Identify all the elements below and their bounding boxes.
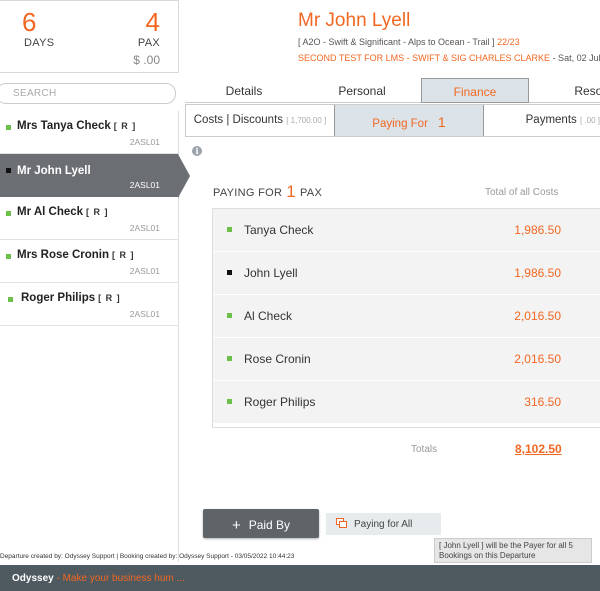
creation-meta: Departure created by: Odyssey Support | … <box>0 553 295 560</box>
passenger-name: Mrs Tanya Check <box>17 120 111 132</box>
status-dot-icon <box>6 125 11 130</box>
status-dot-icon <box>227 270 232 275</box>
tab-personal[interactable]: Personal <box>303 78 421 103</box>
tab-payments-label: Payments <box>525 114 577 126</box>
passenger-item-john-lyell[interactable]: Mr John Lyell 2ASL01 <box>0 154 190 198</box>
payer-tooltip: [ John Lyell ] will be the Payer for all… <box>434 538 592 563</box>
paying-for-header: PAYING FOR 1 PAX <box>213 181 322 201</box>
row-name: Al Check <box>244 309 293 323</box>
passenger-list: Mrs Tanya Check[ R ] 2ASL01 Mr John Lyel… <box>0 111 190 562</box>
pax-count: 4 <box>145 7 160 37</box>
search-input[interactable]: SEARCH <box>0 83 176 104</box>
table-row[interactable]: Tanya Check 1,986.50 <box>213 209 600 252</box>
passenger-item-al-check[interactable]: Mr Al Check[ R ] 2ASL01 <box>0 197 178 240</box>
passenger-role: [ R ] <box>112 250 135 260</box>
trip-title: [ A2O - Swift & Significant - Alps to Oc… <box>298 37 495 47</box>
paid-by-label: Paid By <box>248 518 291 532</box>
table-row[interactable]: Rose Cronin 2,016.50 <box>213 338 600 381</box>
tab-details[interactable]: Details <box>185 78 303 103</box>
departure-name: SECOND TEST FOR LMS - SWIFT & SIG CHARLE… <box>298 53 551 63</box>
brand-tagline: - Make your business hum ... <box>53 573 185 584</box>
passenger-code: 2ASL01 <box>129 223 160 233</box>
passenger-item-roger-philips[interactable]: Roger Philips[ R ] 2ASL01 <box>0 283 178 326</box>
table-row[interactable]: Roger Philips 316.50 <box>213 381 600 424</box>
passenger-code: 2ASL01 <box>129 180 160 190</box>
bottom-bar: Odyssey - Make your business hum ... <box>0 565 600 591</box>
plus-icon: + <box>231 517 241 534</box>
row-amount: 2,016.50 <box>514 309 561 323</box>
passenger-role: [ R ] <box>113 121 137 131</box>
passenger-role: [ R ] <box>86 207 109 217</box>
paid-by-button[interactable]: + Paid By <box>203 509 319 538</box>
trip-line: [ A2O - Swift & Significant - Alps to Oc… <box>298 37 520 47</box>
days-label: DAYS <box>24 37 55 49</box>
costs-amount: [ 1,700.00 ] <box>286 116 327 125</box>
tab-finance[interactable]: Finance <box>421 78 529 103</box>
row-amount: 316.50 <box>524 395 561 409</box>
totals-value[interactable]: 8,102.50 <box>515 442 562 456</box>
page: 6 DAYS 4 PAX $ .00 Mr John Lyell [ A2O -… <box>0 0 600 591</box>
trip-summary: 6 DAYS 4 PAX $ .00 <box>0 0 179 73</box>
passenger-name: Roger Philips <box>21 292 96 304</box>
table-row[interactable]: John Lyell 1,986.50 <box>213 252 600 295</box>
tab-paying-for[interactable]: Paying For 1 <box>334 105 484 136</box>
passenger-item-rose-cronin[interactable]: Mrs Rose Cronin[ R ] 2ASL01 <box>0 240 178 283</box>
paying-for-count: 1 <box>437 114 446 130</box>
tab-payments[interactable]: Payments [ .00 ] <box>484 105 600 136</box>
payments-amount: [ .00 ] <box>579 116 600 125</box>
selected-arrow-icon <box>178 154 190 198</box>
passenger-code: 2ASL01 <box>129 266 160 276</box>
passenger-name: Mr Al Check <box>17 206 84 218</box>
paying-for-pax-label: PAX <box>299 187 323 199</box>
status-dot-icon <box>6 211 11 216</box>
status-dot-icon <box>8 297 13 302</box>
departure-line: SECOND TEST FOR LMS - SWIFT & SIG CHARLE… <box>298 53 600 63</box>
days-count: 6 <box>22 7 37 37</box>
row-amount: 1,986.50 <box>514 266 561 280</box>
pax-label: PAX <box>137 37 160 49</box>
main-tabs: Details Personal Finance Resou <box>185 78 600 103</box>
table-row[interactable]: Al Check 2,016.50 <box>213 295 600 338</box>
paying-for-all-label: Paying for All <box>354 519 413 530</box>
copy-icon <box>336 518 348 528</box>
tab-costs-label: Costs | Discounts <box>193 114 284 126</box>
row-name: John Lyell <box>244 266 298 280</box>
info-icon[interactable]: i <box>192 146 202 156</box>
finance-sub-tabs: Costs | Discounts [ 1,700.00 ] Paying Fo… <box>185 104 600 137</box>
passenger-role: [ R ] <box>98 293 121 303</box>
row-amount: 1,986.50 <box>514 223 561 237</box>
passenger-code: 2ASL01 <box>129 137 160 147</box>
brand-name: Odyssey <box>12 573 54 584</box>
totals-label: Totals <box>411 444 438 455</box>
summary-amount: $ .00 <box>133 53 160 67</box>
status-dot-icon <box>227 399 232 404</box>
trip-season: 22/23 <box>497 37 520 47</box>
row-name: Tanya Check <box>244 223 314 237</box>
row-name: Roger Philips <box>244 395 316 409</box>
tab-resources[interactable]: Resou <box>529 78 600 103</box>
paying-for-label: PAYING FOR <box>213 187 283 199</box>
row-name: Rose Cronin <box>244 352 311 366</box>
passenger-name: Mrs Rose Cronin <box>17 249 110 261</box>
tab-costs-discounts[interactable]: Costs | Discounts [ 1,700.00 ] <box>186 105 334 136</box>
passenger-name: Mr John Lyell <box>17 165 91 177</box>
client-name: Mr John Lyell <box>298 10 411 31</box>
passenger-code: 2ASL01 <box>129 309 160 319</box>
row-amount: 2,016.50 <box>514 352 561 366</box>
tab-paying-for-label: Paying For <box>372 118 428 130</box>
status-dot-icon <box>227 356 232 361</box>
total-costs-header: Total of all Costs <box>485 187 559 198</box>
cost-table: Tanya Check 1,986.50 John Lyell 1,986.50… <box>212 208 600 428</box>
status-dot-icon <box>227 313 232 318</box>
paying-for-all-button[interactable]: Paying for All <box>326 513 441 535</box>
status-dot-icon <box>227 227 232 232</box>
passenger-item-tanya-check[interactable]: Mrs Tanya Check[ R ] 2ASL01 <box>0 111 178 154</box>
departure-date: - Sat, 02 Jul <box>550 53 600 63</box>
status-dot-icon <box>6 254 11 259</box>
paying-for-pax-count: 1 <box>286 182 296 201</box>
status-dot-icon <box>6 168 11 173</box>
